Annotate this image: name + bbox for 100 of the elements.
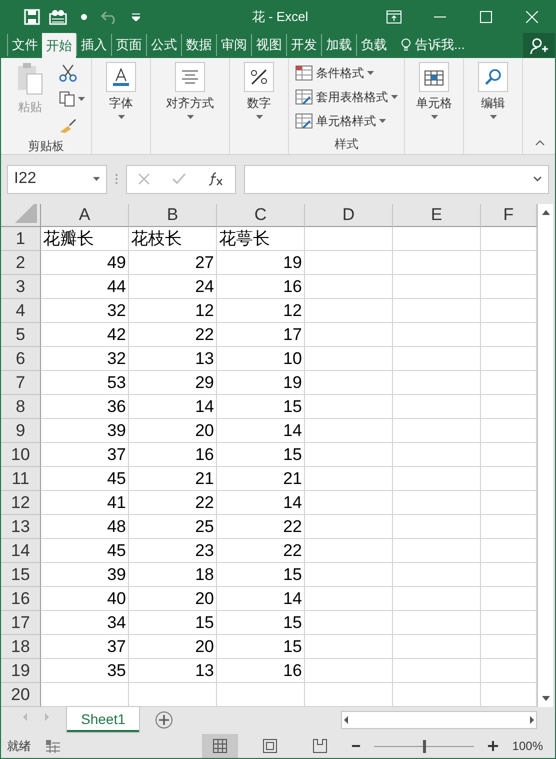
table-cell: 36: [41, 395, 129, 420]
column-header[interactable]: D: [305, 204, 393, 228]
macro-record-icon[interactable]: [45, 739, 61, 753]
row-header[interactable]: 8: [1, 395, 41, 420]
scroll-right-icon[interactable]: [528, 715, 536, 726]
ribbon-tab[interactable]: 负载: [356, 34, 391, 56]
row-header[interactable]: 4: [1, 299, 41, 324]
ribbon-tab[interactable]: 插入: [76, 34, 111, 56]
row-header[interactable]: 2: [1, 251, 41, 276]
zoom-level[interactable]: 100%: [512, 739, 543, 753]
table-cell: 23: [129, 539, 217, 564]
ribbon-button[interactable]: 对齐方式: [157, 62, 223, 154]
table-cell: 13: [129, 659, 217, 684]
normal-view-icon[interactable]: [202, 734, 238, 758]
table-cell: 花萼长: [217, 227, 305, 252]
collapse-icon[interactable]: [535, 140, 545, 146]
table-cell: 42: [41, 323, 129, 348]
row-header[interactable]: 5: [1, 323, 41, 348]
caret-icon: [490, 115, 496, 119]
slider-thumb[interactable]: [423, 740, 426, 752]
table-cell: 15: [129, 611, 217, 636]
table-cell: 32: [41, 347, 129, 372]
row-header[interactable]: 13: [1, 515, 41, 540]
column-header[interactable]: F: [481, 204, 537, 228]
table-cell: 41: [41, 491, 129, 516]
row-header[interactable]: 15: [1, 563, 41, 588]
checkmark-icon[interactable]: [172, 173, 186, 186]
table-cell: 花瓣长: [41, 227, 129, 252]
caret-icon: [256, 115, 262, 119]
function-icon[interactable]: [208, 172, 224, 186]
row-header[interactable]: 20: [1, 683, 41, 708]
table-cell: 20: [129, 587, 217, 612]
table-cell: 14: [217, 491, 305, 516]
table-cell: 45: [41, 539, 129, 564]
group-label: 剪贴板: [27, 138, 65, 155]
horizontal-scrollbar[interactable]: [341, 711, 537, 730]
chevron-icon: [533, 176, 542, 182]
share-icon[interactable]: [523, 33, 555, 58]
sheet-tab[interactable]: Sheet1: [67, 707, 140, 732]
formula-input[interactable]: [244, 164, 549, 194]
style-menu-button[interactable]: 条件格式: [295, 62, 398, 84]
style-menu-button[interactable]: 单元格样式: [295, 110, 398, 132]
row-header[interactable]: 3: [1, 275, 41, 300]
row-header[interactable]: 7: [1, 371, 41, 396]
scroll-left-icon[interactable]: [342, 715, 350, 726]
column-header[interactable]: A: [41, 204, 129, 228]
tell-me-field[interactable]: 告诉我...: [401, 34, 465, 56]
scissors-icon: [59, 64, 77, 82]
table-cell: 17: [217, 323, 305, 348]
table-cell: 20: [129, 635, 217, 660]
ribbon-button[interactable]: 编辑: [470, 62, 516, 154]
row-header[interactable]: 12: [1, 491, 41, 516]
column-header[interactable]: B: [129, 204, 217, 228]
row-header[interactable]: 16: [1, 587, 41, 612]
row-header[interactable]: 6: [1, 347, 41, 372]
row-header[interactable]: 9: [1, 419, 41, 444]
row-header[interactable]: 11: [1, 467, 41, 492]
table-cell: 15: [217, 443, 305, 468]
row-header[interactable]: 14: [1, 539, 41, 564]
ribbon-tab[interactable]: 审阅: [216, 34, 251, 56]
zoom-in-icon[interactable]: [488, 741, 498, 751]
column-header[interactable]: E: [393, 204, 481, 228]
table-cell: 25: [129, 515, 217, 540]
caret-icon: [379, 119, 386, 123]
status-text: 就绪: [7, 738, 31, 754]
add-sheet-icon[interactable]: [155, 711, 174, 730]
brush-icon: [59, 117, 77, 133]
ribbon-button[interactable]: 单元格: [411, 62, 457, 154]
row-header[interactable]: 19: [1, 659, 41, 684]
table-cell: 14: [217, 587, 305, 612]
row-header[interactable]: 10: [1, 443, 41, 468]
table-cell: 37: [41, 443, 129, 468]
ribbon-tab[interactable]: 页面: [111, 34, 146, 56]
ribbon-button[interactable]: 数字: [236, 62, 282, 154]
ribbon-tab[interactable]: 公式: [146, 34, 181, 56]
style-menu-button[interactable]: 套用表格格式: [295, 86, 398, 108]
table-cell: 22: [129, 323, 217, 348]
ribbon-tab[interactable]: 数据: [181, 34, 216, 56]
ribbon-tab[interactable]: 加载: [321, 34, 356, 56]
row-header[interactable]: 17: [1, 611, 41, 636]
table-cell: 53: [41, 371, 129, 396]
percent-icon: [244, 62, 274, 92]
table-cell: 16: [217, 659, 305, 684]
scroll-down-icon[interactable]: [540, 695, 550, 704]
ribbon-tab[interactable]: 开发: [286, 34, 321, 56]
lightbulb-icon: [401, 38, 411, 52]
ribbon-tab[interactable]: 开始: [42, 33, 76, 58]
copy-icon: [59, 91, 75, 107]
ribbon-button[interactable]: 字体: [98, 62, 144, 154]
row-header[interactable]: 18: [1, 635, 41, 660]
name-box[interactable]: I22: [7, 164, 107, 194]
table-cell: 35: [41, 659, 129, 684]
scroll-up-icon[interactable]: [540, 208, 550, 216]
row-header[interactable]: 1: [1, 227, 41, 252]
table-cell: 12: [217, 299, 305, 324]
caret-icon: [93, 177, 100, 182]
ribbon-tab[interactable]: 视图: [251, 34, 286, 56]
column-header[interactable]: C: [217, 204, 305, 228]
table-cell: 40: [41, 587, 129, 612]
table-cell: 15: [217, 611, 305, 636]
